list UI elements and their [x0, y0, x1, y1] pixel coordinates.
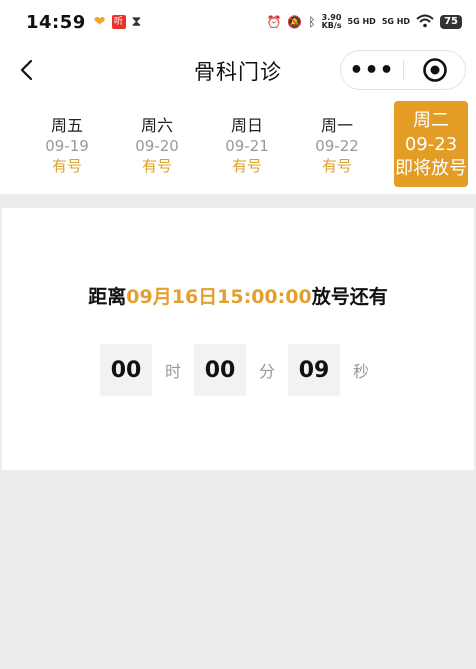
- network-speed: 3.90 KB/s: [322, 14, 342, 30]
- date-status: 有号: [51, 157, 82, 175]
- countdown-timer: 00 时 00 分 09 秒: [100, 344, 382, 396]
- date-tab-3[interactable]: 周日 09-21 有号: [210, 101, 284, 187]
- mute-icon: 🔕: [287, 15, 303, 29]
- close-mini-program-button[interactable]: [404, 51, 465, 89]
- date-value: 09-22: [315, 137, 359, 155]
- date-value: 09-21: [225, 137, 269, 155]
- status-bar: 14:59 ❤ 听 ⧗ ⏰ 🔕 ᛒ 3.90 KB/s 5G HD 5G HD …: [0, 0, 476, 44]
- alarm-icon: ⏰: [266, 15, 282, 29]
- date-weekday: 周一: [320, 116, 353, 135]
- countdown-seconds: 09: [288, 344, 340, 396]
- date-status: 有号: [321, 157, 352, 175]
- countdown-title: 距离09月16日15:00:00放号还有: [2, 282, 474, 309]
- date-value: 09-20: [135, 137, 179, 155]
- more-icon: •••: [349, 57, 395, 83]
- countdown-suffix: 放号还有: [311, 286, 388, 308]
- hourglass-icon: ⧗: [131, 14, 142, 30]
- status-right-icons: ⏰ 🔕 ᛒ 3.90 KB/s 5G HD 5G HD 75: [266, 14, 462, 31]
- heart-icon: ❤: [93, 14, 106, 30]
- target-close-icon: [422, 58, 447, 82]
- signal-2: 5G HD: [381, 17, 411, 26]
- countdown-card: 距离09月16日15:00:00放号还有 00 时 00 分 09 秒: [2, 208, 474, 470]
- date-tab-1[interactable]: 周五 09-19 有号: [30, 101, 104, 187]
- status-time: 14:59: [26, 11, 86, 33]
- hours-unit: 时: [164, 362, 181, 381]
- date-value: 09-23: [404, 134, 458, 155]
- countdown-hours: 00: [100, 344, 152, 396]
- status-left-icons: ❤ 听 ⧗: [94, 14, 142, 30]
- date-tab-4[interactable]: 周一 09-22 有号: [300, 101, 374, 187]
- battery-icon: 75: [440, 15, 462, 29]
- date-tab-2[interactable]: 周六 09-20 有号: [120, 101, 194, 187]
- date-status: 有号: [141, 157, 172, 175]
- date-tab-5-selected[interactable]: 周二 09-23 即将放号: [394, 101, 468, 187]
- date-weekday: 周六: [140, 116, 173, 135]
- countdown-prefix: 距离: [88, 286, 127, 308]
- release-time: 09月16日15:00:00: [126, 286, 312, 308]
- date-value: 09-19: [45, 137, 89, 155]
- app-badge-icon: 听: [111, 15, 126, 29]
- mini-program-capsule: •••: [340, 50, 466, 90]
- nav-bar: 骨科门诊 •••: [0, 44, 476, 96]
- seconds-unit: 秒: [352, 362, 369, 381]
- date-weekday: 周二: [413, 110, 449, 131]
- date-status: 即将放号: [395, 158, 467, 179]
- section-gap: [0, 194, 476, 208]
- more-button[interactable]: •••: [341, 51, 403, 89]
- date-weekday: 周日: [230, 116, 263, 135]
- speed-unit: KB/s: [321, 21, 342, 30]
- countdown-minutes: 00: [194, 344, 246, 396]
- date-weekday: 周五: [50, 116, 83, 135]
- date-selector: 周五 09-19 有号 周六 09-20 有号 周日 09-21 有号 周一 0…: [0, 96, 476, 194]
- wifi-icon: [416, 14, 434, 31]
- date-status: 有号: [231, 157, 262, 175]
- signal-1: 5G HD: [347, 17, 376, 26]
- minutes-unit: 分: [258, 362, 275, 381]
- bluetooth-icon: ᛒ: [308, 15, 316, 29]
